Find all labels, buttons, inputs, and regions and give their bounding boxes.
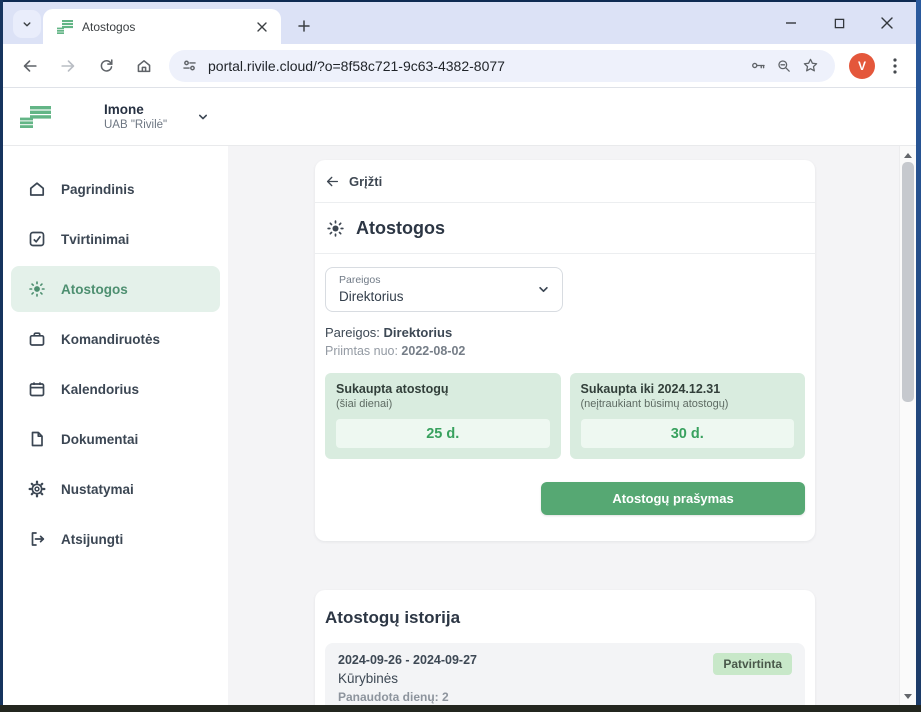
main-content: Grįžti Atostogos Pareigos Direktorius Pa… (228, 146, 899, 705)
window-border-left (0, 0, 3, 712)
forward-button[interactable] (53, 51, 83, 81)
window-controls (778, 2, 908, 44)
reload-button[interactable] (91, 51, 121, 81)
page-title: Atostogos (356, 218, 445, 239)
maximize-button[interactable] (826, 10, 852, 36)
sidebar-item-dokumentai[interactable]: Dokumentai (11, 416, 220, 462)
accrued-days-value: 25 d. (426, 426, 459, 442)
history-list-item[interactable]: 2024-09-26 - 2024-09-27 Kūrybinės Panaud… (325, 643, 805, 705)
back-link[interactable]: Grįžti (315, 160, 815, 202)
accrued-until-card: Sukaupta iki 2024.12.31 (neįtraukiant bū… (570, 373, 806, 459)
tab-search-button[interactable] (13, 10, 41, 38)
rivile-logo-icon (19, 103, 52, 131)
home-icon (27, 179, 47, 199)
sun-icon (27, 279, 47, 299)
hired-label: Priimtas nuo: (325, 344, 401, 358)
status-badge: Patvirtinta (713, 653, 792, 675)
favicon-rivile-icon (57, 19, 73, 34)
vacation-card: Grįžti Atostogos Pareigos Direktorius Pa… (315, 160, 815, 541)
browser-tab[interactable]: Atostogos (43, 9, 281, 44)
vacation-request-button[interactable]: Atostogų prašymas (541, 482, 805, 515)
zoom-out-icon[interactable] (771, 53, 797, 79)
home-button[interactable] (129, 51, 159, 81)
document-icon (27, 429, 47, 449)
tune-icon[interactable] (181, 57, 198, 74)
history-card: Atostogų istorija 2024-09-26 - 2024-09-2… (315, 590, 815, 705)
position-select[interactable]: Pareigos Direktorius (325, 267, 563, 312)
page-scrollbar[interactable] (899, 146, 916, 705)
new-tab-button[interactable] (291, 13, 317, 39)
close-window-button[interactable] (874, 10, 900, 36)
logout-icon (27, 529, 47, 549)
minimize-button[interactable] (778, 10, 804, 36)
scroll-down-arrow[interactable] (900, 689, 916, 703)
sidebar-item-tvirtinimai[interactable]: Tvirtinimai (11, 216, 220, 262)
sun-icon (325, 218, 346, 239)
position-label: Pareigos: (325, 325, 384, 340)
browser-tab-strip: Atostogos (3, 2, 916, 44)
profile-avatar[interactable]: V (849, 53, 875, 79)
employee-info: Pareigos: Direktorius Priimtas nuo: 2022… (325, 325, 805, 358)
card-subtitle: (šiai dienai) (336, 398, 550, 410)
gear-icon (27, 479, 47, 499)
sidebar: Pagrindinis Tvirtinimai Atostogos Komand… (3, 146, 228, 705)
page-title-row: Atostogos (315, 203, 815, 253)
back-button[interactable] (15, 51, 45, 81)
sidebar-item-atsijungti[interactable]: Atsijungti (11, 516, 220, 562)
history-title: Atostogų istorija (315, 590, 815, 628)
browser-menu-icon[interactable] (883, 53, 907, 79)
accrued-until-value: 30 d. (671, 426, 704, 442)
card-subtitle: (neįtraukiant būsimų atostogų) (581, 398, 795, 410)
sidebar-item-atostogos[interactable]: Atostogos (11, 266, 220, 312)
tab-close-icon[interactable] (253, 18, 271, 36)
chevron-down-icon (20, 17, 34, 31)
scroll-up-arrow[interactable] (900, 148, 916, 162)
window-border-right (916, 0, 921, 712)
sidebar-item-nustatymai[interactable]: Nustatymai (11, 466, 220, 512)
select-label: Pareigos (339, 274, 380, 286)
checkbox-icon (27, 229, 47, 249)
url-text: portal.rivile.cloud/?o=8f58c721-9c63-438… (208, 58, 745, 74)
window-border-bottom (0, 705, 921, 712)
key-icon[interactable] (745, 53, 771, 79)
window-border-top (0, 0, 921, 2)
select-value: Direktorius (339, 289, 404, 304)
summary-cards: Sukaupta atostogų (šiai dienai) 25 d. Su… (325, 373, 805, 459)
company-chevron-down-icon[interactable] (195, 109, 211, 125)
scrollbar-thumb[interactable] (902, 162, 914, 402)
history-used-days: Panaudota dienų: 2 (338, 690, 792, 704)
hired-value: 2022-08-02 (401, 344, 465, 358)
app-header: Imone UAB "Rivilė" (3, 88, 916, 146)
sidebar-item-komandiruotes[interactable]: Komandiruotės (11, 316, 220, 362)
company-label: Imone (104, 102, 167, 117)
position-value: Direktorius (384, 325, 453, 340)
company-switcher[interactable]: Imone UAB "Rivilė" (104, 102, 167, 131)
sidebar-item-pagrindinis[interactable]: Pagrindinis (11, 166, 220, 212)
address-bar[interactable]: portal.rivile.cloud/?o=8f58c721-9c63-438… (169, 50, 835, 82)
browser-toolbar: portal.rivile.cloud/?o=8f58c721-9c63-438… (3, 44, 916, 88)
briefcase-icon (27, 329, 47, 349)
card-title: Sukaupta iki 2024.12.31 (581, 382, 795, 396)
accrued-days-card: Sukaupta atostogų (šiai dienai) 25 d. (325, 373, 561, 459)
calendar-icon (27, 379, 47, 399)
card-title: Sukaupta atostogų (336, 382, 550, 396)
avatar-initial: V (858, 59, 866, 73)
chevron-down-icon (535, 281, 552, 298)
company-name: UAB "Rivilė" (104, 119, 167, 131)
tab-title: Atostogos (82, 20, 253, 34)
sidebar-item-kalendorius[interactable]: Kalendorius (11, 366, 220, 412)
arrow-left-icon (325, 174, 340, 189)
bookmark-star-icon[interactable] (797, 53, 823, 79)
